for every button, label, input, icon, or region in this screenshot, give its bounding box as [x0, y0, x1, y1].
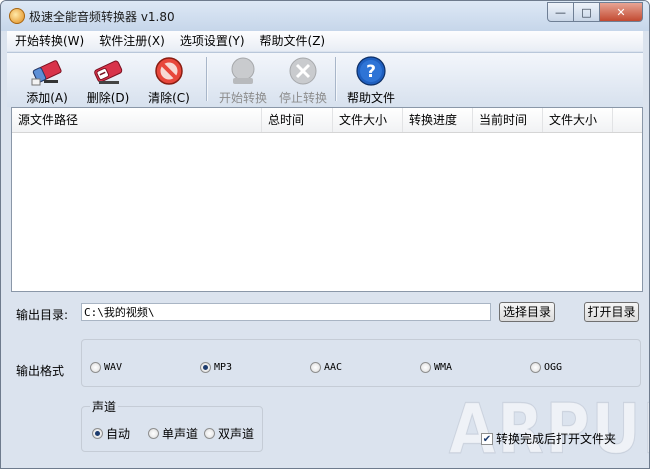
- col-source-path[interactable]: 源文件路径: [12, 108, 262, 132]
- col-file-size[interactable]: 文件大小: [333, 108, 403, 132]
- radio-circle: [420, 362, 431, 373]
- menu-start-convert[interactable]: 开始转换(W): [7, 31, 91, 51]
- minimize-button[interactable]: —: [547, 2, 574, 22]
- window-controls: — □ ✕: [547, 2, 643, 22]
- add-label: 添加(A): [26, 91, 68, 105]
- clear-label: 清除(C): [148, 91, 190, 105]
- start-convert-label: 开始转换: [218, 91, 267, 105]
- col-progress[interactable]: 转换进度: [403, 108, 473, 132]
- clear-button[interactable]: 清除(C): [145, 55, 193, 105]
- menu-options[interactable]: 选项设置(Y): [172, 31, 252, 51]
- delete-button[interactable]: 删除(D): [84, 55, 132, 105]
- format-radio-aac[interactable]: AAC: [310, 362, 342, 373]
- radio-circle: [148, 428, 159, 439]
- maximize-icon: □: [581, 5, 592, 19]
- help-label: 帮助文件: [346, 91, 395, 105]
- help-icon: ?: [354, 55, 388, 87]
- channel-radio-stereo[interactable]: 双声道: [204, 425, 254, 442]
- open-folder-after-label: 转换完成后打开文件夹: [496, 432, 617, 446]
- toolbar-separator: [206, 57, 208, 101]
- help-button[interactable]: ? 帮助文件: [341, 55, 401, 105]
- menu-register[interactable]: 软件注册(X): [91, 31, 172, 51]
- file-list-header: 源文件路径 总时间 文件大小 转换进度 当前时间 文件大小: [12, 108, 642, 133]
- radio-circle: [204, 428, 215, 439]
- app-icon: [9, 8, 25, 24]
- toolbar-separator: [335, 57, 337, 101]
- output-dir-label: 输出目录:: [16, 308, 69, 322]
- main-window: 极速全能音频转换器 v1.80 — □ ✕ 开始转换(W) 软件注册(X) 选项…: [0, 0, 650, 469]
- choose-dir-button[interactable]: 选择目录: [499, 302, 555, 322]
- stop-convert-icon: [286, 55, 320, 87]
- menu-bar: 开始转换(W) 软件注册(X) 选项设置(Y) 帮助文件(Z): [7, 31, 643, 51]
- format-radio-ogg[interactable]: OGG: [530, 362, 562, 373]
- output-format-label: 输出格式: [16, 364, 65, 378]
- maximize-button[interactable]: □: [574, 2, 600, 22]
- open-folder-after-checkbox[interactable]: ✔ 转换完成后打开文件夹: [481, 430, 616, 447]
- radio-circle: [90, 362, 101, 373]
- channel-group-title: 声道: [90, 398, 119, 415]
- open-dir-button[interactable]: 打开目录: [584, 302, 639, 322]
- output-dir-input[interactable]: C:\我的视频\: [81, 303, 491, 321]
- window-title: 极速全能音频转换器 v1.80: [29, 10, 175, 24]
- toolbar: 添加(A) 删除(D) 清除(C) 开始转换 停止转换 ? 帮助文件: [7, 52, 643, 107]
- close-button[interactable]: ✕: [600, 2, 643, 22]
- col-output-size[interactable]: 文件大小: [543, 108, 613, 132]
- checkbox-check-icon: ✔: [481, 432, 493, 445]
- start-convert-icon: [226, 55, 260, 87]
- add-eraser-icon: [30, 55, 64, 87]
- close-icon: ✕: [616, 5, 626, 19]
- format-group: WAV MP3 AAC WMA OGG: [81, 339, 641, 387]
- radio-circle: [200, 362, 211, 373]
- minimize-icon: —: [555, 5, 566, 19]
- format-radio-mp3[interactable]: MP3: [200, 362, 232, 373]
- col-total-time[interactable]: 总时间: [262, 108, 333, 132]
- stop-convert-label: 停止转换: [278, 91, 327, 105]
- menu-help[interactable]: 帮助文件(Z): [252, 31, 333, 51]
- channel-radio-mono[interactable]: 单声道: [148, 425, 198, 442]
- watermark-logo: ARPUN: [449, 388, 649, 469]
- col-current-time[interactable]: 当前时间: [473, 108, 543, 132]
- format-radio-wma[interactable]: WMA: [420, 362, 452, 373]
- title-bar[interactable]: 极速全能音频转换器 v1.80 — □ ✕: [1, 1, 649, 31]
- start-convert-button[interactable]: 开始转换: [213, 55, 273, 105]
- delete-eraser-icon: [91, 55, 125, 87]
- radio-circle: [310, 362, 321, 373]
- clear-no-icon: [152, 55, 186, 87]
- file-list[interactable]: 源文件路径 总时间 文件大小 转换进度 当前时间 文件大小: [11, 107, 643, 292]
- channel-radio-auto[interactable]: 自动: [92, 425, 130, 442]
- radio-circle: [530, 362, 541, 373]
- radio-circle: [92, 428, 103, 439]
- stop-convert-button[interactable]: 停止转换: [273, 55, 333, 105]
- format-radio-wav[interactable]: WAV: [90, 362, 122, 373]
- channel-group: 声道 自动 单声道 双声道: [81, 398, 263, 452]
- add-button[interactable]: 添加(A): [23, 55, 71, 105]
- delete-label: 删除(D): [86, 91, 130, 105]
- svg-text:?: ?: [366, 62, 376, 82]
